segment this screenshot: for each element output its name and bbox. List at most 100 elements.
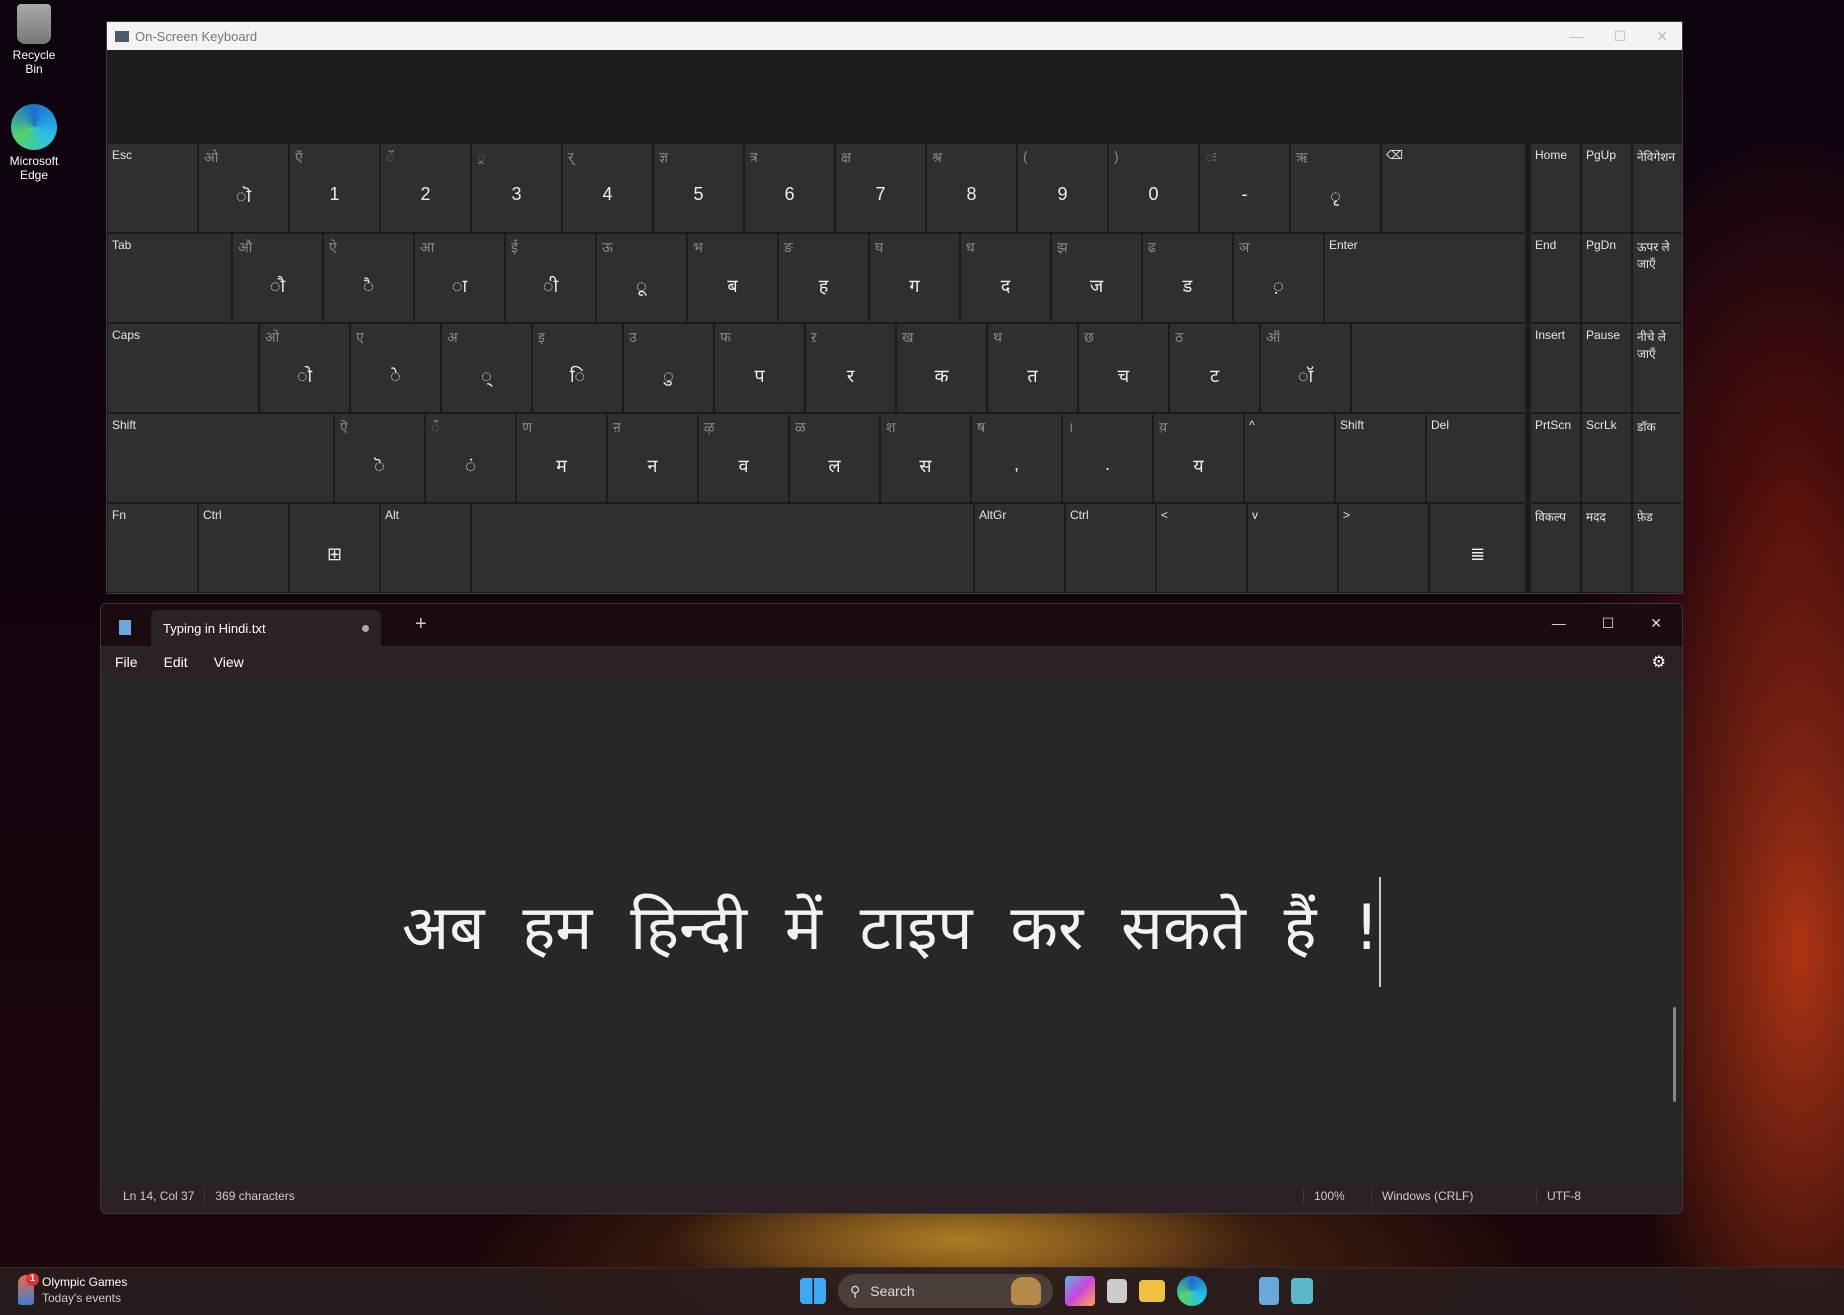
key[interactable]: ्र 3: [472, 144, 561, 232]
key[interactable]: औौ: [233, 234, 322, 322]
space-key[interactable]: [472, 504, 973, 592]
key[interactable]: अ्: [442, 324, 531, 412]
key[interactable]: ओॊ: [199, 144, 288, 232]
notepad-icon[interactable]: [1259, 1277, 1279, 1305]
side-key[interactable]: नेविगेशन: [1633, 144, 1682, 232]
osk-title-bar[interactable]: On-Screen Keyboard — ☐ ✕: [107, 22, 1682, 50]
side-key[interactable]: Home: [1531, 144, 1580, 232]
key[interactable]: ऐै: [324, 234, 413, 322]
key[interactable]: त्र 6: [745, 144, 834, 232]
side-key[interactable]: फ़ेड: [1633, 504, 1682, 592]
key[interactable]: ॅ 2: [381, 144, 470, 232]
settings-gear-icon[interactable]: ⚙: [1652, 652, 1666, 672]
key[interactable]: Esc: [108, 144, 197, 232]
key[interactable]: AltGr: [975, 504, 1064, 592]
new-tab-button[interactable]: +: [415, 613, 427, 636]
key[interactable]: झज: [1052, 234, 1141, 322]
key[interactable]: छच: [1079, 324, 1168, 412]
key[interactable]: Fn: [108, 504, 197, 592]
on-screen-keyboard-icon[interactable]: [1291, 1278, 1313, 1304]
key[interactable]: ⊞: [290, 504, 379, 592]
key[interactable]: Del: [1427, 414, 1525, 502]
key[interactable]: Ctrl: [1066, 504, 1155, 592]
key[interactable]: ईी: [506, 234, 595, 322]
key[interactable]: Enter: [1325, 234, 1525, 322]
key[interactable]: ऴव: [699, 414, 788, 502]
key[interactable]: ऩन: [608, 414, 697, 502]
desktop-icon-recycle-bin[interactable]: Recycle Bin: [4, 4, 64, 76]
key[interactable]: भब: [688, 234, 777, 322]
side-key[interactable]: PgDn: [1582, 234, 1631, 322]
key[interactable]: ऱर: [806, 324, 895, 412]
maximize-button[interactable]: ☐: [1614, 28, 1627, 45]
key[interactable]: ष,: [972, 414, 1061, 502]
key[interactable]: य़ य: [1154, 414, 1243, 502]
key[interactable]: ओो: [260, 324, 349, 412]
key[interactable]: Ctrl: [199, 504, 288, 592]
key[interactable]: Tab: [108, 234, 231, 322]
side-key[interactable]: ऊपर ले जाएँ: [1633, 234, 1682, 322]
key[interactable]: Shift: [1336, 414, 1425, 502]
key[interactable]: ळल: [790, 414, 879, 502]
close-button[interactable]: ✕: [1650, 615, 1662, 632]
desktop-icon-edge[interactable]: Microsoft Edge: [4, 104, 64, 182]
side-key[interactable]: मदद: [1582, 504, 1631, 592]
key[interactable]: ऋृ: [1291, 144, 1380, 232]
side-key[interactable]: PgUp: [1582, 144, 1631, 232]
key[interactable]: ^: [1245, 414, 1334, 502]
side-key[interactable]: End: [1531, 234, 1580, 322]
menu-file[interactable]: File: [115, 654, 138, 670]
menu-edit[interactable]: Edit: [164, 654, 188, 670]
zoom-level[interactable]: 100%: [1303, 1189, 1371, 1203]
key[interactable]: ः -: [1200, 144, 1289, 232]
key[interactable]: ज्ञ 5: [654, 144, 743, 232]
task-view-icon[interactable]: [1107, 1279, 1127, 1303]
key[interactable]: उु: [624, 324, 713, 412]
key[interactable]: v: [1248, 504, 1337, 592]
key[interactable]: ँं: [426, 414, 515, 502]
line-ending[interactable]: Windows (CRLF): [1371, 1189, 1536, 1203]
key[interactable]: शस: [881, 414, 970, 502]
key[interactable]: एे: [351, 324, 440, 412]
key[interactable]: घग: [870, 234, 959, 322]
key[interactable]: (9: [1018, 144, 1107, 232]
vertical-scrollbar[interactable]: [1673, 1007, 1676, 1102]
key[interactable]: आा: [415, 234, 504, 322]
edge-icon[interactable]: [1177, 1276, 1207, 1306]
key[interactable]: ञ़: [1234, 234, 1323, 322]
key[interactable]: खक: [897, 324, 986, 412]
key[interactable]: ।.: [1063, 414, 1152, 502]
unsaved-dot-icon[interactable]: [362, 624, 369, 632]
start-windows-icon[interactable]: [800, 1278, 826, 1304]
key[interactable]: इि: [533, 324, 622, 412]
side-key[interactable]: नीचे ले जाएँ: [1633, 324, 1682, 412]
key[interactable]: ऎॆ: [335, 414, 424, 502]
key[interactable]: ऍ1: [290, 144, 379, 232]
key[interactable]: धद: [961, 234, 1050, 322]
key[interactable]: ठट: [1170, 324, 1259, 412]
encoding[interactable]: UTF-8: [1536, 1189, 1682, 1203]
key[interactable]: फप: [715, 324, 804, 412]
key[interactable]: <: [1157, 504, 1246, 592]
minimize-button[interactable]: —: [1552, 615, 1566, 632]
file-explorer-icon[interactable]: [1139, 1280, 1165, 1302]
key[interactable]: थत: [988, 324, 1077, 412]
key[interactable]: ≣: [1430, 504, 1525, 592]
side-key[interactable]: डॉक: [1633, 414, 1682, 502]
key[interactable]: ऑॉ: [1261, 324, 1350, 412]
side-key[interactable]: Insert: [1531, 324, 1580, 412]
close-button[interactable]: ✕: [1656, 28, 1668, 45]
key[interactable]: ⌫: [1382, 144, 1525, 232]
key[interactable]: ऊू: [597, 234, 686, 322]
tab-document[interactable]: Typing in Hindi.txt: [151, 610, 381, 646]
key[interactable]: र् 4: [563, 144, 652, 232]
key[interactable]: श्र 8: [927, 144, 1016, 232]
text-editor[interactable]: अब हम हिन्दी में टाइप कर सकते हैं !: [101, 677, 1682, 1179]
key[interactable]: क्ष 7: [836, 144, 925, 232]
key[interactable]: Caps: [108, 324, 258, 412]
side-key[interactable]: PrtScn: [1531, 414, 1580, 502]
copilot-icon[interactable]: [1065, 1276, 1095, 1306]
key[interactable]: Alt: [381, 504, 470, 592]
minimize-button[interactable]: —: [1570, 28, 1584, 45]
key[interactable]: णम: [517, 414, 606, 502]
